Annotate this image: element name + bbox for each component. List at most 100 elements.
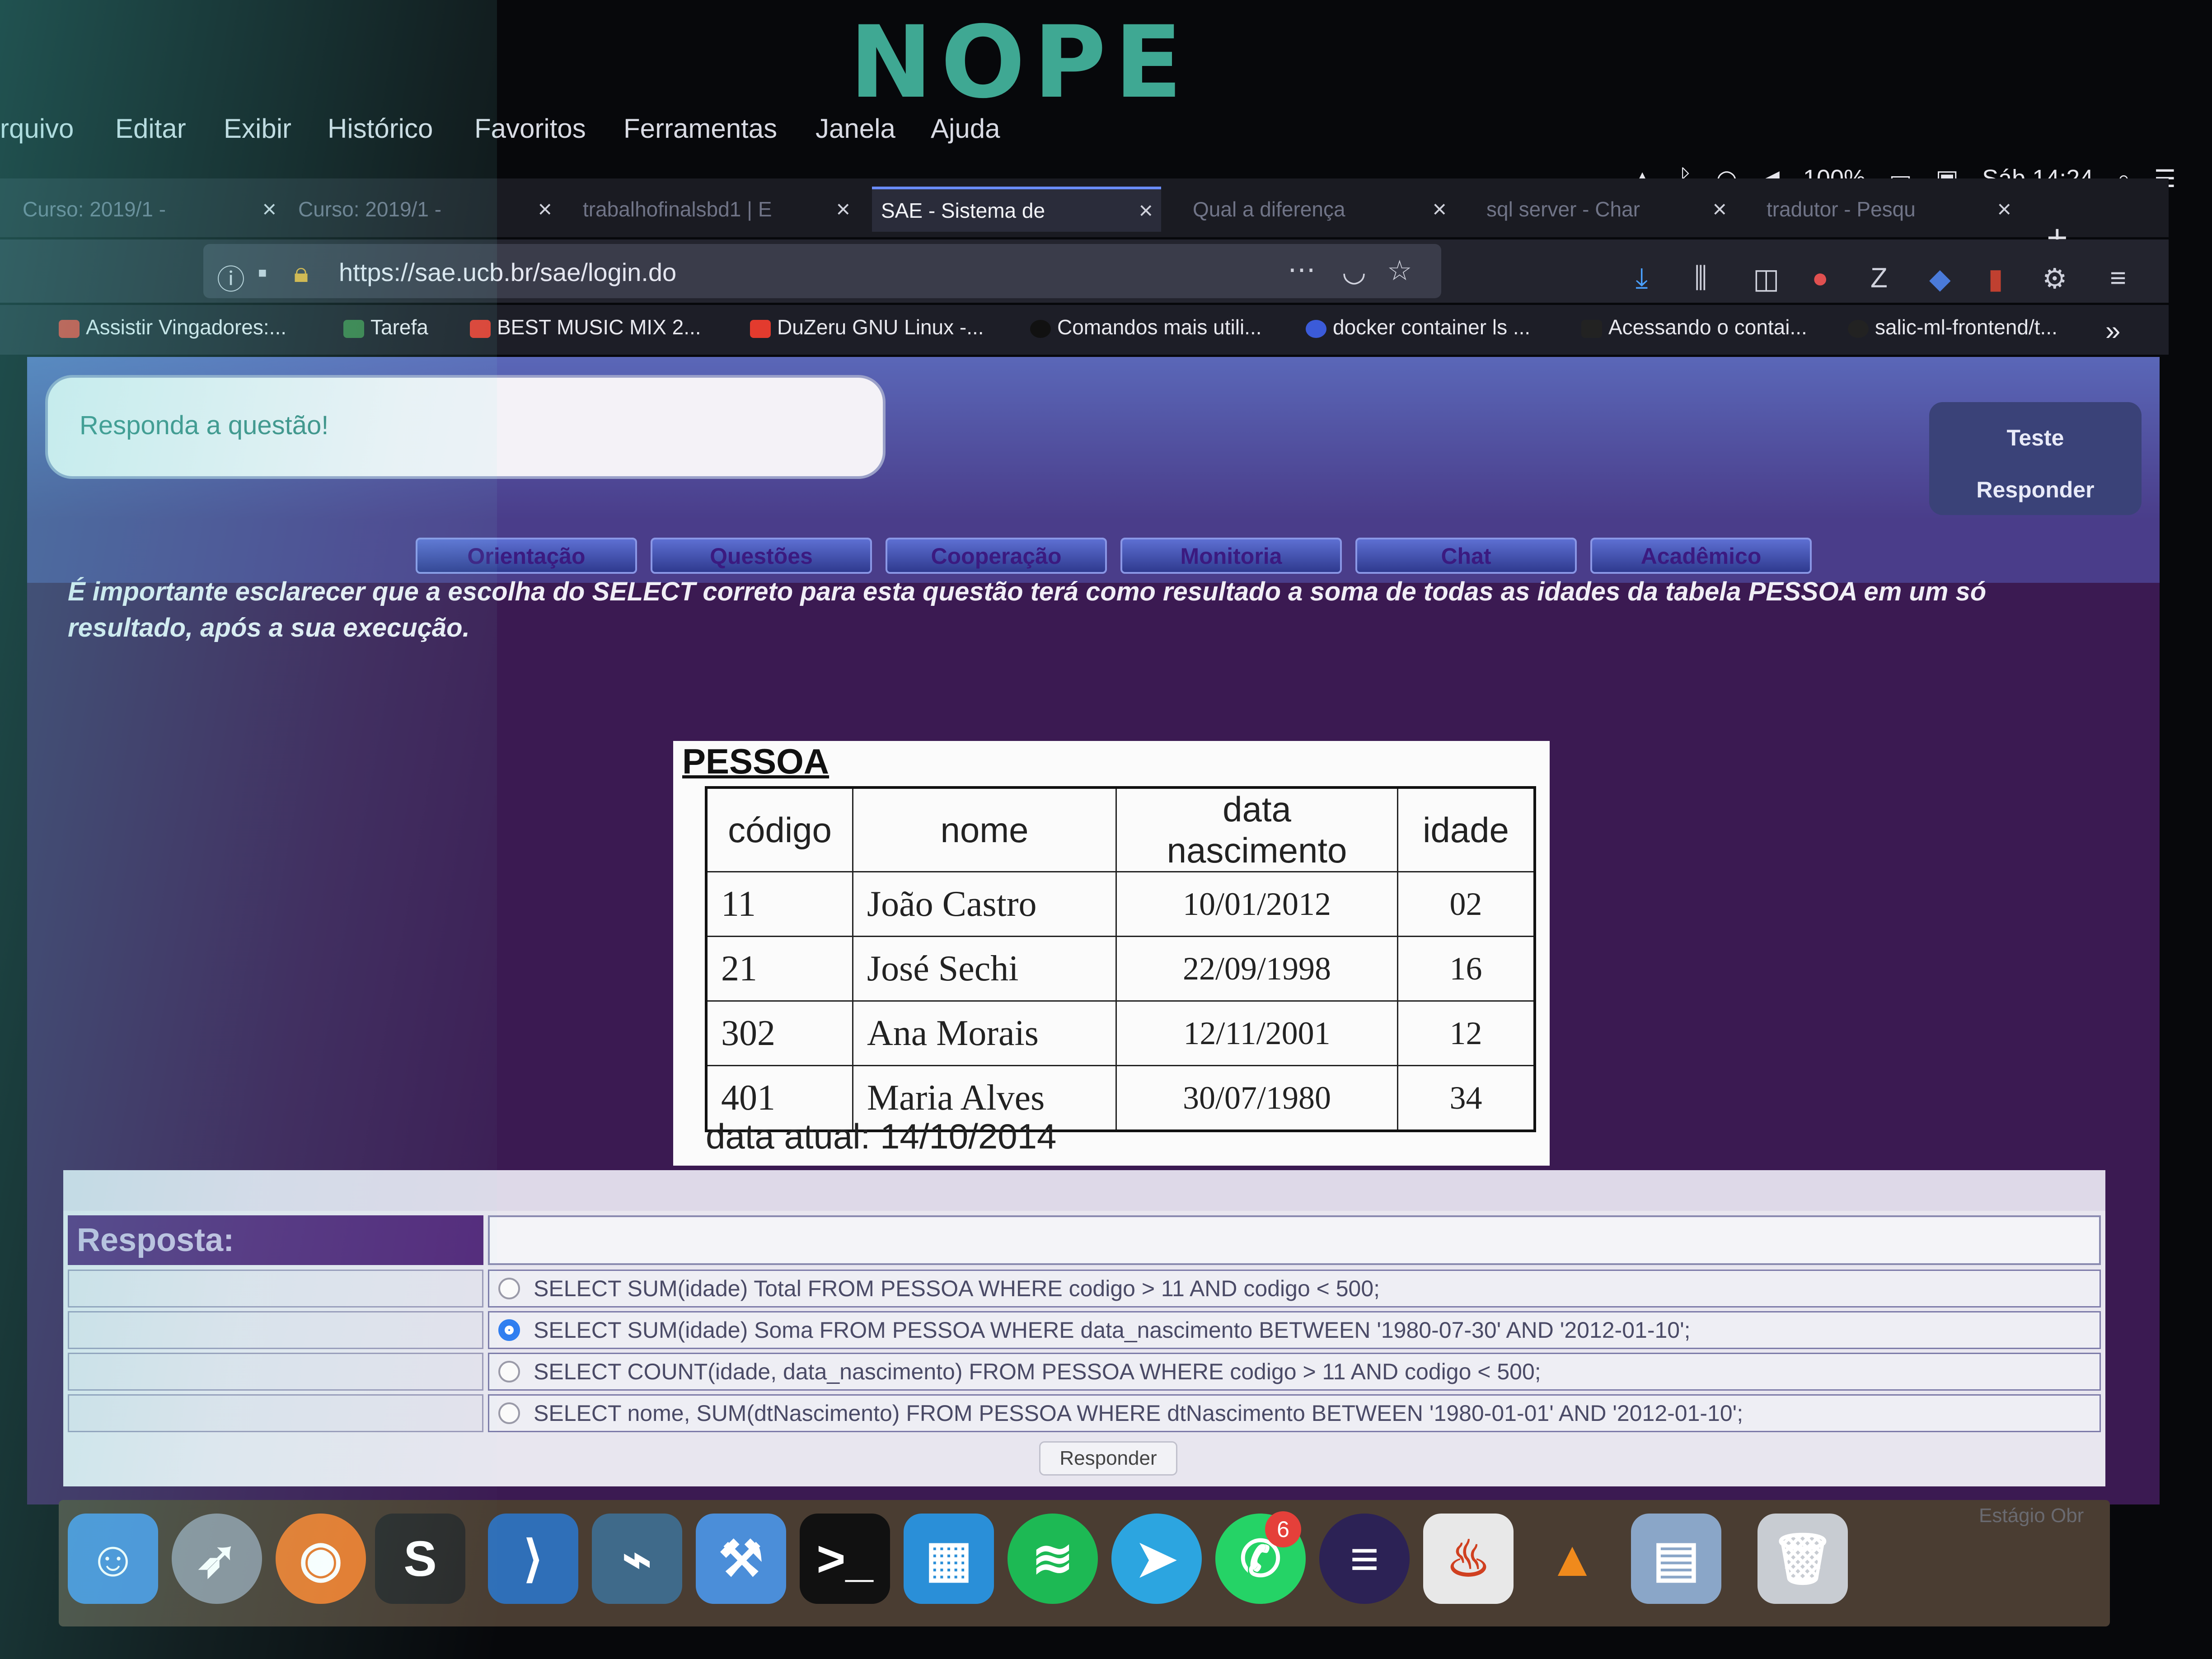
close-icon[interactable]: × bbox=[1997, 195, 2011, 223]
extension-gear-icon[interactable]: ⚙ bbox=[2042, 262, 2067, 295]
java-icon[interactable]: ♨ bbox=[1423, 1514, 1514, 1604]
eclipse-icon[interactable]: ≡ bbox=[1319, 1514, 1410, 1604]
pessoa-table: código nome data nascimento idade 11 Joã… bbox=[705, 786, 1536, 1132]
extension-abp-icon[interactable]: ● bbox=[1812, 262, 1828, 294]
responder-side-button[interactable]: Responder bbox=[1929, 477, 2142, 503]
tab-chat[interactable]: Chat bbox=[1355, 538, 1577, 574]
bookmark-label: docker container ls ... bbox=[1333, 315, 1531, 339]
bookmark-star-icon[interactable]: ☆ bbox=[1387, 254, 1412, 287]
tab-cooperacao[interactable]: Cooperação bbox=[886, 538, 1107, 574]
table-cell: 02 bbox=[1397, 871, 1536, 937]
tab-bar: Curso: 2019/1 - × Curso: 2019/1 - × trabal… bbox=[0, 178, 2169, 237]
page-actions-icon[interactable]: ⋯ bbox=[1288, 253, 1316, 286]
radio-button[interactable] bbox=[498, 1278, 520, 1299]
tab-active[interactable]: SAE - Sistema de × bbox=[872, 187, 1161, 232]
table-cell: 10/01/2012 bbox=[1115, 871, 1398, 937]
radio-button[interactable] bbox=[498, 1361, 520, 1382]
library-icon[interactable]: ⫼ bbox=[1694, 262, 1707, 295]
answer-option[interactable]: SELECT COUNT(idade, data_nascimento) FRO… bbox=[488, 1353, 2101, 1391]
prompt-text: Responda a questão! bbox=[80, 411, 329, 440]
table-header-row: código nome data nascimento idade bbox=[705, 787, 1536, 872]
close-icon[interactable]: × bbox=[262, 195, 276, 223]
mysql-workbench-icon[interactable]: ⌁ bbox=[592, 1514, 682, 1604]
bookmark-item[interactable]: BEST MUSIC MIX 2... bbox=[470, 315, 701, 339]
tab[interactable]: Curso: 2019/1 - × bbox=[14, 187, 285, 232]
bookmark-item[interactable]: docker container ls ... bbox=[1306, 315, 1530, 339]
tab-questoes[interactable]: Questões bbox=[651, 538, 872, 574]
extension-blue-icon[interactable]: ◆ bbox=[1929, 262, 1951, 295]
telegram-icon[interactable]: ➤ bbox=[1111, 1514, 1202, 1604]
answer-option[interactable]: SELECT nome, SUM(dtNascimento) FROM PESS… bbox=[488, 1394, 2101, 1432]
hamburger-menu-icon[interactable]: ≡ bbox=[2110, 262, 2126, 294]
trash-icon[interactable]: 🗑︎ bbox=[1757, 1514, 1848, 1604]
submit-button[interactable]: Responder bbox=[1039, 1441, 1177, 1476]
tab-academico[interactable]: Acadêmico bbox=[1590, 538, 1812, 574]
info-icon[interactable]: ⓘ bbox=[217, 257, 245, 297]
bookmark-item[interactable]: Acessando o contai... bbox=[1581, 315, 1807, 339]
sidebar-icon[interactable]: ◫ bbox=[1753, 262, 1780, 295]
table-cell: João Castro bbox=[852, 871, 1117, 937]
bookmark-item[interactable]: DuZeru GNU Linux -... bbox=[750, 315, 984, 339]
vscode-icon[interactable]: ⟩ bbox=[488, 1514, 578, 1604]
vlc-icon[interactable]: ▲ bbox=[1527, 1514, 1617, 1604]
lock-icon[interactable]: 🔒︎ bbox=[294, 257, 309, 289]
youtube-icon bbox=[59, 319, 80, 338]
teste-button[interactable]: Teste bbox=[1929, 425, 2142, 451]
site-permissions-icon[interactable]: ▪ bbox=[258, 257, 267, 289]
address-bar[interactable]: ⓘ ▪ 🔒︎ https://sae.ucb.br/sae/login.do ⋯… bbox=[203, 244, 1441, 298]
close-icon[interactable]: × bbox=[1432, 195, 1447, 223]
tab-orientacao[interactable]: Orientação bbox=[416, 538, 637, 574]
extension-red-icon[interactable]: ▮ bbox=[1988, 262, 2003, 295]
menu-arquivo[interactable]: rquivo bbox=[0, 113, 74, 144]
sublime-text-icon[interactable]: S bbox=[375, 1514, 465, 1604]
finder-icon[interactable]: ☺ bbox=[68, 1514, 158, 1604]
bookmarks-overflow-icon[interactable]: » bbox=[2105, 315, 2120, 346]
radio-button[interactable] bbox=[498, 1402, 520, 1424]
tab-monitoria[interactable]: Monitoria bbox=[1120, 538, 1342, 574]
globe-icon bbox=[1306, 319, 1326, 338]
xcode-icon[interactable]: ⚒ bbox=[696, 1514, 786, 1604]
extension-z-icon[interactable]: Z bbox=[1870, 262, 1888, 294]
tab[interactable]: Curso: 2019/1 - × bbox=[289, 187, 560, 232]
close-icon[interactable]: × bbox=[1712, 195, 1727, 223]
spotify-icon[interactable]: ≋ bbox=[1008, 1514, 1098, 1604]
answer-option[interactable]: SELECT SUM(idade) Total FROM PESSOA WHER… bbox=[488, 1270, 2101, 1308]
bookmark-item[interactable]: Tarefa bbox=[343, 315, 428, 339]
tab[interactable]: sql server - Char × bbox=[1477, 187, 1735, 232]
radio-button-selected[interactable] bbox=[498, 1319, 520, 1341]
table-cell: 16 bbox=[1397, 936, 1536, 1002]
menu-janela[interactable]: Janela bbox=[815, 113, 895, 144]
answer-option-selected[interactable]: SELECT SUM(idade) Soma FROM PESSOA WHERE… bbox=[488, 1311, 2101, 1349]
option-spacer bbox=[68, 1353, 483, 1391]
menu-exibir[interactable]: Exibir bbox=[224, 113, 291, 144]
preview-icon[interactable]: ▤ bbox=[1631, 1514, 1721, 1604]
option-spacer bbox=[68, 1311, 483, 1349]
tab[interactable]: Qual a diferença × bbox=[1184, 187, 1455, 232]
pocket-icon[interactable]: ◡ bbox=[1342, 255, 1366, 288]
terminal-icon[interactable]: >_ bbox=[800, 1514, 890, 1604]
menu-editar[interactable]: Editar bbox=[115, 113, 186, 144]
download-icon[interactable]: ⤓ bbox=[1636, 262, 1648, 295]
section-tabs: Orientação Questões Cooperação Monitoria… bbox=[27, 520, 2160, 583]
launchpad-icon[interactable]: ➶ bbox=[172, 1514, 262, 1604]
close-icon[interactable]: × bbox=[538, 195, 552, 223]
close-icon[interactable]: × bbox=[836, 195, 850, 223]
tab[interactable]: trabalhofinalsbd1 | E × bbox=[574, 187, 858, 232]
docker-icon[interactable]: ▦ bbox=[904, 1514, 994, 1604]
firefox-icon[interactable]: ◉ bbox=[276, 1514, 366, 1604]
tab[interactable]: tradutor - Pesqu × bbox=[1757, 187, 2020, 232]
menu-historico[interactable]: Histórico bbox=[328, 113, 433, 144]
menu-ajuda[interactable]: Ajuda bbox=[931, 113, 1000, 144]
figure-title: PESSOA bbox=[682, 741, 830, 781]
bookmark-label: Comandos mais utili... bbox=[1057, 315, 1262, 339]
url-text[interactable]: https://sae.ucb.br/sae/login.do bbox=[339, 258, 676, 287]
menu-favoritos[interactable]: Favoritos bbox=[474, 113, 586, 144]
bookmark-item[interactable]: Assistir Vingadores:... bbox=[59, 315, 286, 339]
bookmark-item[interactable]: salic-ml-frontend/t... bbox=[1848, 315, 2057, 339]
table-cell: José Sechi bbox=[852, 936, 1117, 1002]
close-icon[interactable]: × bbox=[1139, 197, 1153, 225]
table-cell: 302 bbox=[705, 1000, 853, 1066]
bookmark-item[interactable]: Comandos mais utili... bbox=[1030, 315, 1262, 339]
menu-ferramentas[interactable]: Ferramentas bbox=[623, 113, 777, 144]
answer-spacer bbox=[63, 1170, 2105, 1211]
